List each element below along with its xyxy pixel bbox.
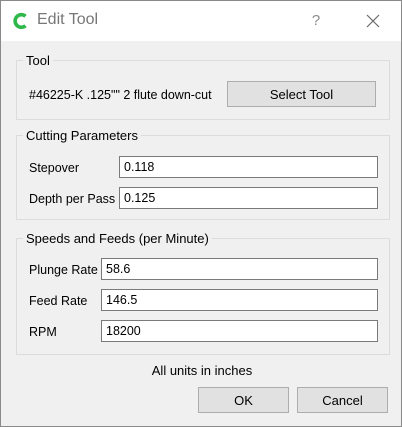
feed-rate-label: Feed Rate bbox=[29, 294, 88, 308]
tool-name: #46225-K .125"" 2 flute down-cut bbox=[29, 88, 212, 102]
depth-per-pass-input[interactable] bbox=[119, 187, 378, 209]
stepover-input[interactable] bbox=[119, 156, 378, 178]
cutting-parameters-title: Cutting Parameters bbox=[23, 128, 141, 143]
stepover-label: Stepover bbox=[29, 161, 80, 175]
title-bar[interactable]: Edit Tool ? bbox=[1, 1, 401, 41]
units-note: All units in inches bbox=[151, 363, 253, 378]
ok-label: OK bbox=[234, 392, 253, 408]
cancel-label: Cancel bbox=[322, 392, 363, 408]
speeds-feeds-title: Speeds and Feeds (per Minute) bbox=[23, 231, 212, 246]
edit-tool-dialog: Edit Tool ? Tool #46225-K .125"" 2 flute… bbox=[0, 0, 402, 427]
feed-rate-input[interactable] bbox=[101, 289, 378, 311]
close-icon bbox=[366, 14, 380, 28]
depth-per-pass-label: Depth per Pass bbox=[29, 192, 116, 206]
ok-button[interactable]: OK bbox=[198, 387, 289, 413]
carbide-c-icon bbox=[13, 12, 27, 30]
rpm-label: RPM bbox=[29, 325, 57, 339]
window-title: Edit Tool bbox=[37, 11, 99, 28]
select-tool-button[interactable]: Select Tool bbox=[227, 81, 376, 107]
select-tool-label: Select Tool bbox=[269, 86, 334, 102]
plunge-rate-label: Plunge Rate bbox=[29, 263, 98, 277]
help-button[interactable]: ? bbox=[304, 9, 328, 33]
rpm-input[interactable] bbox=[101, 320, 378, 342]
close-button[interactable] bbox=[359, 9, 387, 33]
tool-group-title: Tool bbox=[23, 53, 53, 68]
plunge-rate-input[interactable] bbox=[101, 258, 378, 280]
cancel-button[interactable]: Cancel bbox=[297, 387, 388, 413]
